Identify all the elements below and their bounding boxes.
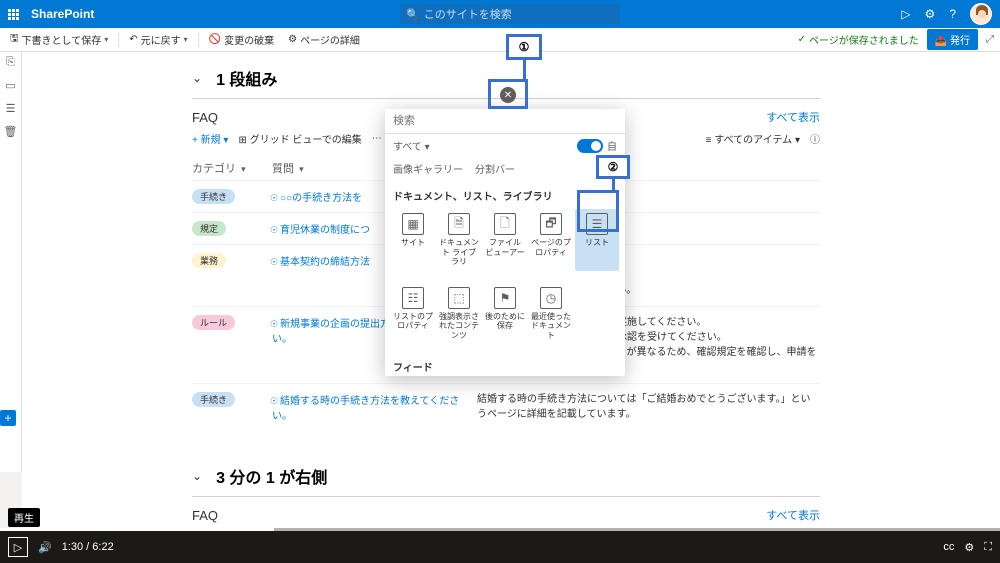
webpart-item[interactable]: ⚑ 後のために保存 [483,283,527,345]
page-details-button[interactable]: ⚙ ページの詳細 [284,32,364,47]
toggle-switch[interactable] [577,139,603,153]
webpart-item[interactable]: ◷ 最近使ったドキュメント [529,283,573,345]
cc-icon[interactable]: cc [943,541,954,554]
col-category[interactable]: カテゴリ ▾ [192,160,272,176]
webpart-item[interactable]: 🗎 ドキュメント ライブラリ [437,209,481,271]
more-button[interactable]: ⋯ [372,133,382,144]
video-controls: ▷ 🔊 1:30 / 6:22 cc ⚙ ⛶ [0,531,1000,563]
answer-text: 結婚する時の手続き方法については「ご結婚おめでとうございます。」というページに詳… [477,392,820,422]
collapse-icon[interactable]: ⌄ [192,469,202,483]
question-link[interactable]: ○○の手続き方法を [272,193,362,204]
webpart-icon: ▦ [402,213,424,235]
category-pill: 規定 [192,221,226,236]
webpart-picker: すべて ▾ 自 画像ギャラリー 分割バー ドキュメント、リスト、ライブラリ ▦サ… [385,109,625,376]
webpart-label: 最近使ったドキュメント [531,312,571,341]
webpart-label: サイト [401,238,425,248]
suite-nav: SharePoint 🔍 このサイトを検索 ▷ ⚙ ? [0,0,1000,28]
save-draft-button[interactable]: 🖫 下書きとして保存 ▾ [6,31,112,48]
megaphone-icon[interactable]: ▷ [901,7,910,21]
play-button[interactable]: ▷ [8,537,28,557]
callout-line-2 [612,179,615,193]
discard-button[interactable]: 🚫 変更の破棄 [205,32,278,47]
delete-icon[interactable]: 🗑 [4,125,18,138]
collapse-icon[interactable]: ⌄ [192,71,202,85]
list-icon[interactable]: ☰ [6,102,16,115]
webpart-item[interactable]: 🗗 ページのプロパティ [529,209,573,271]
webpart-icon: ⚑ [494,287,516,309]
webpart-label: リストのプロパティ [393,312,433,331]
webpart-icon: 🗗 [540,213,562,235]
brand-label: SharePoint [31,7,94,21]
category-pill: ルール [192,315,235,330]
info-icon[interactable]: ⓘ [810,131,820,146]
table-row[interactable]: 手続き 結婚する時の手続き方法を教えてください。 結婚する時の手続き方法について… [192,383,820,430]
add-section-button[interactable]: + [0,410,16,426]
all-items-view[interactable]: ≡ すべてのアイテム ▾ [706,131,800,146]
webpart-label: ページのプロパティ [531,238,571,257]
callout-close-highlight [488,79,528,109]
new-button[interactable]: + 新規 ▾ [192,131,228,146]
webpart-label: ファイル ビューアー [485,238,525,257]
category-pill: 業務 [192,253,226,268]
webpart-category-2: フィード [385,353,625,376]
webpart-tabs: 画像ギャラリー 分割バー [385,157,625,182]
speaker-icon[interactable]: 🔊 [38,541,52,554]
callout-1: ① [506,34,542,60]
webpart-label: 強調表示されたコンテンツ [439,312,479,341]
tab-divider[interactable]: 分割バー [475,161,515,176]
grid-edit-button[interactable]: ⊞ グリッド ビューでの編集 [238,131,361,146]
webpart-label: 後のために保存 [485,312,525,331]
webpart-item[interactable]: 🗋 ファイル ビューアー [483,209,527,271]
webpart-label: リスト [585,238,609,248]
fullscreen-icon[interactable]: ⛶ [984,541,992,554]
settings-icon[interactable]: ⚙ [925,7,936,21]
webpart-icon: 🗋 [494,213,516,235]
question-link[interactable]: 育児休業の制度につ [272,225,370,236]
callout-line-1 [523,60,526,81]
webpart-icon: ◷ [540,287,562,309]
app-launcher-icon[interactable] [8,9,19,20]
help-icon[interactable]: ? [949,7,956,21]
left-rail: ⎘ ▭ ☰ 🗑 [0,52,22,472]
webpart-icon: ⬚ [448,287,470,309]
webpart-item[interactable]: ▦ サイト [391,209,435,271]
search-placeholder: このサイトを検索 [424,6,512,22]
webpart-item[interactable]: ⬚ 強調表示されたコンテンツ [437,283,481,345]
layout-icon[interactable]: ▭ [5,79,15,92]
search-icon: 🔍 [406,8,420,21]
section-icon[interactable]: ⎘ [6,56,15,69]
show-all-link-2[interactable]: すべて表示 [766,507,820,523]
filter-all[interactable]: すべて ▾ [393,138,430,153]
webpart-search-input[interactable] [385,109,625,134]
publish-button[interactable]: 📤 発行 [927,29,978,50]
question-link[interactable]: 基本契約の締結方法 [272,257,370,268]
question-link[interactable]: 結婚する時の手続き方法を教えてください。 [272,396,459,422]
avatar[interactable] [970,3,992,25]
webpart-icon: 🗎 [448,213,470,235]
section-header-2: ⌄ 3 分の 1 が右側 [192,458,820,494]
faq-title: FAQ [192,110,218,125]
faq-title-2: FAQ [192,508,218,523]
search-box[interactable]: 🔍 このサイトを検索 [400,4,620,24]
callout-2: ② [596,155,630,179]
expand-icon[interactable]: ⤢ [986,34,994,45]
category-pill: 手続き [192,392,235,407]
undo-button[interactable]: ↶ 元に戻す ▾ [125,32,191,47]
webpart-icon: ☷ [402,287,424,309]
replay-badge[interactable]: 再生 [8,508,40,527]
tab-gallery[interactable]: 画像ギャラリー [393,161,463,176]
webpart-label: ドキュメント ライブラリ [439,238,479,267]
callout-list-highlight [577,190,619,232]
saved-indicator: ✓ ページが保存されました [798,32,919,47]
command-bar: 🖫 下書きとして保存 ▾ ↶ 元に戻す ▾ 🚫 変更の破棄 ⚙ ページの詳細 ✓… [0,28,1000,52]
webpart-item[interactable]: ☷ リストのプロパティ [391,283,435,345]
section-title-2: 3 分の 1 が右側 [216,464,327,488]
section-title-1: 1 段組み [216,66,277,90]
video-time: 1:30 / 6:22 [62,541,114,553]
show-all-link[interactable]: すべて表示 [766,109,820,125]
video-settings-icon[interactable]: ⚙ [964,541,974,554]
category-pill: 手続き [192,189,235,204]
